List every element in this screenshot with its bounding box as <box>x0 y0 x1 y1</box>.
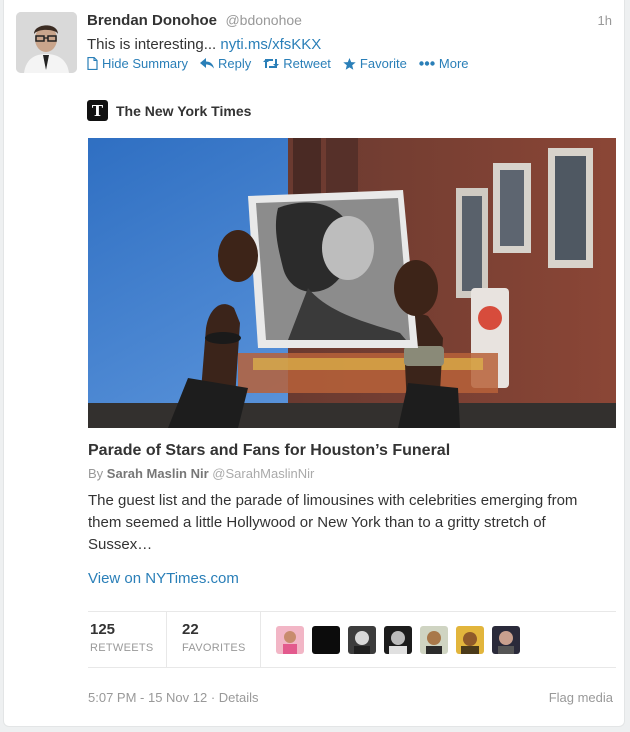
user-fullname[interactable]: Brendan Donohoe <box>87 12 217 29</box>
byline-prefix: By <box>88 466 107 481</box>
stat-divider <box>166 612 167 668</box>
tweet-time[interactable]: 1h <box>598 13 612 28</box>
more-label: More <box>438 56 469 71</box>
retweets-stat[interactable]: 125 RETWEETS <box>90 621 154 654</box>
more-button[interactable]: More <box>419 56 469 71</box>
reply-button[interactable]: Reply <box>199 56 252 71</box>
hide-summary-label: Hide Summary <box>102 56 188 71</box>
document-icon <box>87 57 98 70</box>
reply-icon <box>199 58 214 69</box>
favorite-button[interactable]: Favorite <box>343 56 407 71</box>
view-on-nytimes-link[interactable]: View on NYTimes.com <box>88 570 239 587</box>
retweeter-avatar[interactable] <box>276 626 304 654</box>
card-source[interactable]: T The New York Times <box>87 100 251 121</box>
retweeter-avatar[interactable] <box>384 626 412 654</box>
tweet-timestamp[interactable]: 5:07 PM - 15 Nov 12 · Details <box>88 690 259 705</box>
retweeter-avatar[interactable] <box>348 626 376 654</box>
card-headline[interactable]: Parade of Stars and Fans for Houston’s F… <box>88 442 450 460</box>
source-name: The New York Times <box>116 102 252 119</box>
tweet-text: This is interesting... nyti.ms/xfsKKX <box>87 36 321 53</box>
retweeter-avatar[interactable] <box>420 626 448 654</box>
tweet-header: Brendan Donohoe @bdonohoe 1h <box>87 12 612 32</box>
card-byline: By Sarah Maslin Nir @SarahMaslinNir <box>88 466 314 481</box>
user-handle[interactable]: @bdonohoe <box>225 12 302 28</box>
hide-summary-button[interactable]: Hide Summary <box>87 56 188 71</box>
retweets-count: 125 <box>90 621 116 638</box>
tweet-stats: 125 RETWEETS 22 FAVORITES <box>88 611 616 668</box>
retweet-icon <box>263 59 280 68</box>
byline-author[interactable]: Sarah Maslin Nir <box>107 466 209 481</box>
avatar[interactable] <box>16 12 77 73</box>
card-summary: The guest list and the parade of limousi… <box>88 492 578 553</box>
retweeter-avatar[interactable] <box>312 626 340 654</box>
nyt-logo-icon: T <box>87 100 108 121</box>
star-icon <box>343 57 356 70</box>
card-photo[interactable] <box>88 138 616 428</box>
favorites-count: 22 <box>182 621 199 638</box>
retweeter-avatars <box>276 626 520 654</box>
byline-handle[interactable]: @SarahMaslinNir <box>212 466 314 481</box>
flag-media-link[interactable]: Flag media <box>549 690 613 705</box>
favorites-label: FAVORITES <box>182 642 246 654</box>
retweets-label: RETWEETS <box>90 642 154 654</box>
favorites-stat[interactable]: 22 FAVORITES <box>182 621 246 654</box>
stat-divider <box>260 612 261 668</box>
retweet-button[interactable]: Retweet <box>263 56 331 71</box>
retweeter-avatar[interactable] <box>492 626 520 654</box>
favorite-label: Favorite <box>359 56 407 71</box>
tweet-link[interactable]: nyti.ms/xfsKKX <box>220 36 321 53</box>
retweet-label: Retweet <box>283 56 331 71</box>
tweet-actions: Hide Summary Reply Retweet Favorite More <box>87 56 469 71</box>
retweeter-avatar[interactable] <box>456 626 484 654</box>
tweet-text-body: This is interesting... <box>87 36 221 53</box>
more-dots-icon <box>419 61 435 66</box>
reply-label: Reply <box>217 56 252 71</box>
tweet-card: Brendan Donohoe @bdonohoe 1h This is int… <box>3 0 625 727</box>
